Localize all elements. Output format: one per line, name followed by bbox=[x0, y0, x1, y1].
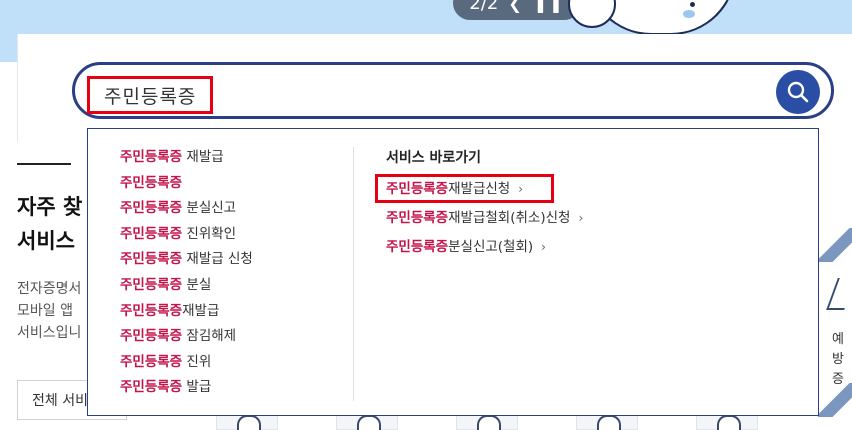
ribbon-badge bbox=[818, 228, 852, 262]
suggestion-item[interactable]: 주민등록증 진위 bbox=[120, 350, 370, 376]
focus-highlight-box bbox=[375, 174, 554, 203]
chevron-left-icon[interactable]: ❮ bbox=[508, 0, 523, 13]
hand-icon bbox=[717, 415, 741, 430]
mascot-cheek bbox=[683, 10, 695, 18]
service-card[interactable]: 예방 증 bbox=[818, 258, 852, 387]
search-icon bbox=[787, 81, 809, 103]
syringe-icon bbox=[826, 278, 852, 310]
chevron-right-icon: › bbox=[541, 240, 546, 254]
suggestion-item[interactable]: 주민등록증 진위확인 bbox=[120, 222, 370, 248]
monitor-icon bbox=[597, 415, 621, 430]
service-shortcuts-title: 서비스 바로가기 bbox=[386, 150, 482, 166]
suggestion-item[interactable]: 주민등록증 재발급 신청 bbox=[120, 247, 370, 273]
search-button[interactable] bbox=[776, 70, 820, 114]
mascot-eye bbox=[690, 2, 695, 7]
section-rule bbox=[17, 163, 71, 165]
suggestion-item[interactable]: 주민등록증 재발급 bbox=[120, 145, 370, 171]
document-icon bbox=[477, 415, 501, 430]
suggestion-item[interactable]: 주민등록증 분실 bbox=[120, 273, 370, 299]
service-card-label: 예방 증 bbox=[832, 332, 844, 387]
suggestion-item[interactable]: 주민등록증 분실신고 bbox=[120, 196, 370, 222]
autocomplete-dropdown: 주민등록증 재발급 주민등록증 주민등록증 분실신고 주민등록증 진위확인 주민… bbox=[87, 128, 819, 416]
service-shortcut-link[interactable]: 주민등록증재발급철회(취소)신청 › bbox=[386, 204, 583, 233]
suggestion-item[interactable]: 주민등록증 잠김해제 bbox=[120, 324, 370, 350]
suggestion-item[interactable]: 주민등록증 발급 bbox=[120, 375, 370, 401]
lock-icon bbox=[357, 415, 381, 430]
chevron-right-icon: › bbox=[578, 211, 584, 225]
section-description: 전자증명서 모바일 앱 서비스입니 bbox=[17, 281, 82, 341]
database-icon bbox=[237, 415, 261, 430]
suggestion-item[interactable]: 주민등록증재발급 bbox=[120, 299, 370, 325]
section-title: 자주 찾 서비스 bbox=[17, 195, 83, 253]
pager-count: 2/2 bbox=[469, 0, 499, 14]
suggestion-item[interactable]: 주민등록증 bbox=[120, 171, 370, 197]
service-shortcut-link[interactable]: 주민등록증분실신고(철회) › bbox=[386, 233, 583, 262]
banner-pager: 2/2 ❮ ❚❚ bbox=[453, 0, 581, 20]
search-input[interactable]: 주민등록증 bbox=[87, 76, 213, 114]
dropdown-divider bbox=[353, 147, 354, 401]
pause-icon[interactable]: ❚❚ bbox=[534, 0, 565, 13]
suggestion-list: 주민등록증 재발급 주민등록증 주민등록증 분실신고 주민등록증 진위확인 주민… bbox=[120, 145, 370, 401]
